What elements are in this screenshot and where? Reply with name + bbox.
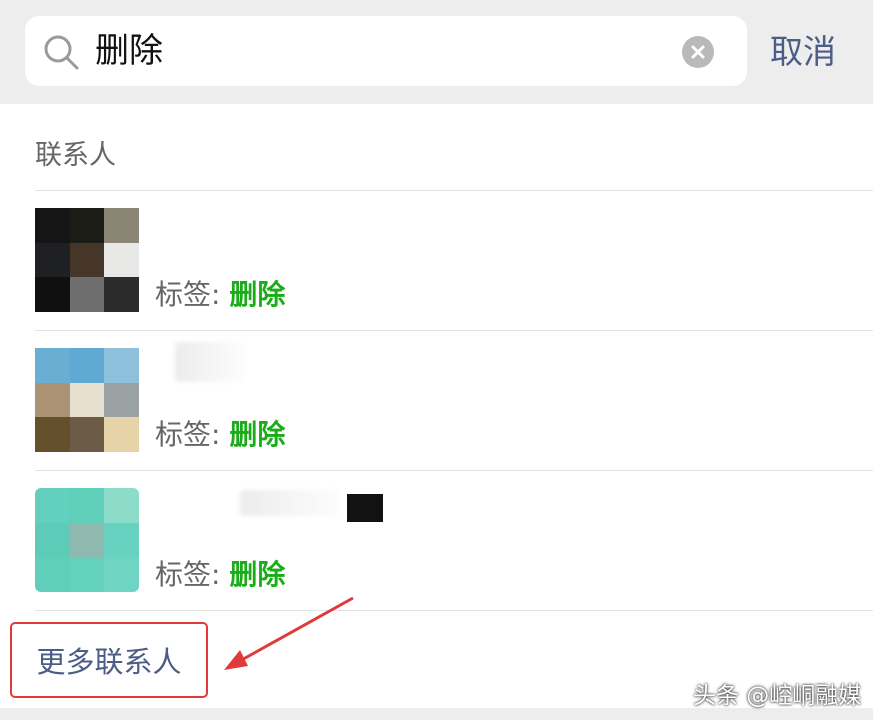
- tag-label: 标签:: [155, 278, 230, 311]
- avatar: [35, 348, 139, 452]
- search-input[interactable]: [95, 28, 655, 74]
- blurred-name-block: [347, 494, 383, 522]
- clear-icon[interactable]: [682, 36, 714, 68]
- contact-tag: 标签: 删除: [155, 413, 285, 453]
- section-title-contacts: 联系人: [35, 140, 116, 171]
- search-icon: [44, 35, 79, 70]
- search-bar: 取消: [0, 0, 873, 104]
- avatar: [35, 488, 139, 592]
- tag-value: 删除: [229, 278, 286, 311]
- tag-value: 删除: [229, 558, 286, 591]
- search-box[interactable]: [25, 16, 747, 86]
- divider: [35, 610, 873, 611]
- contact-tag: 标签: 删除: [155, 273, 285, 313]
- tag-label: 标签:: [155, 558, 230, 591]
- avatar: [35, 208, 139, 312]
- contact-row[interactable]: 标签: 删除: [0, 470, 873, 610]
- blurred-name: [175, 342, 245, 382]
- contact-tag: 标签: 删除: [155, 553, 285, 593]
- tag-value: 删除: [229, 418, 286, 451]
- more-contacts-button[interactable]: 更多联系人: [10, 622, 208, 698]
- contact-row[interactable]: 标签: 删除: [0, 190, 873, 330]
- blurred-name: [240, 490, 340, 516]
- watermark: 头条 @崆峒融媒: [693, 683, 862, 709]
- tag-label: 标签:: [155, 418, 230, 451]
- contact-row[interactable]: 标签: 删除: [0, 330, 873, 470]
- cancel-button[interactable]: 取消: [770, 28, 860, 76]
